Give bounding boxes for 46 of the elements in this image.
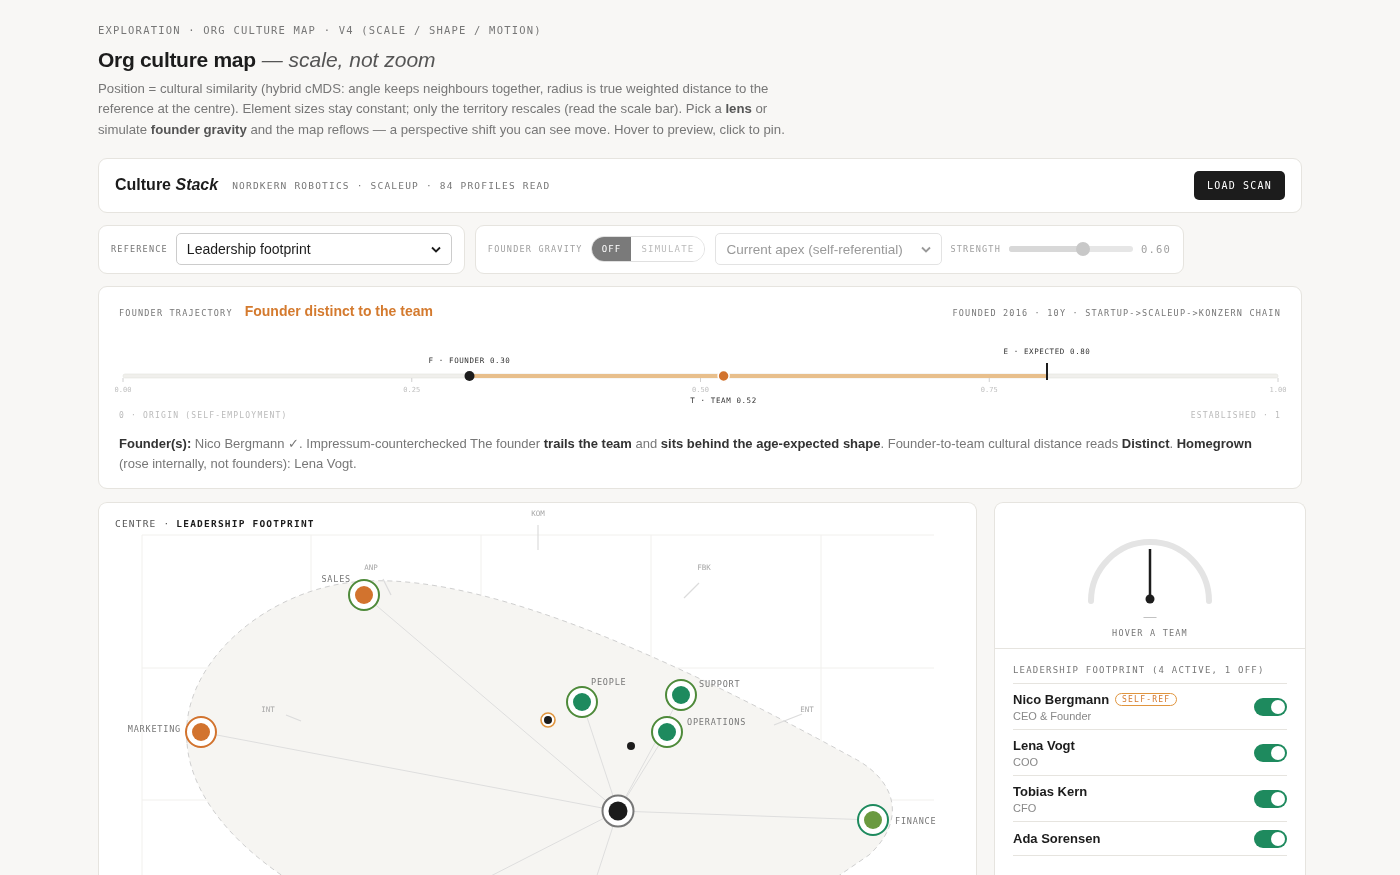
gravity-label: FOUNDER GRAVITY bbox=[487, 244, 583, 255]
leader-name: Ada Sorensen bbox=[1013, 831, 1101, 847]
leader-toggle[interactable] bbox=[1254, 829, 1287, 848]
trajectory-summary: Founder(s): Nico Bergmann ✓. Impressum-counterchecked The founder trails the team and sits behind the age-expected shape. Founder-to-team cultural distance reads Distinct. Homegrown (rose internally, not founders): Lena Vogt. bbox=[119, 434, 1253, 473]
brand-name: Culture Stack bbox=[115, 176, 219, 195]
map-caption: CENTRE · bbox=[115, 517, 171, 529]
axis-tick bbox=[382, 578, 392, 596]
description: Position = cultural similarity (hybrid cMDS: angle keeps neighbours together, radius is true weighted distance to the reference at the centre). Element sizes stay constant; only the territory rescales (read the scale bar). Pick a lens or simulate founder gravity and the map reflows — a perspective shift you can see move. Hover to preview, click to pin. bbox=[98, 80, 786, 139]
strength-label: STRENGTH bbox=[950, 244, 1001, 255]
leader-toggle[interactable] bbox=[1254, 789, 1287, 808]
gauge-reading: — bbox=[1143, 608, 1157, 624]
leader-toggle[interactable] bbox=[1254, 697, 1287, 716]
team-label: FINANCE bbox=[895, 815, 937, 826]
gauge-hint: HOVER A TEAM bbox=[1112, 627, 1188, 638]
end-label: ESTABLISHED · 1 bbox=[1190, 410, 1281, 420]
company-meta: NORDKERN ROBOTICS · SCALEUP · 84 PROFILES READ bbox=[232, 179, 551, 191]
team-label: SALES bbox=[321, 573, 351, 584]
map-reference: LEADERSHIP FOOTPRINT bbox=[176, 517, 315, 529]
trajectory-verdict: Founder distinct to the team bbox=[244, 302, 433, 319]
axis-tick bbox=[773, 713, 803, 726]
breadcrumb: EXPLORATION · ORG CULTURE MAP · V4 (SCALE / SHAPE / MOTION) bbox=[98, 24, 543, 36]
leader-name: Lena Vogt bbox=[1013, 737, 1075, 753]
leader-name: Nico Bergmann bbox=[1013, 691, 1110, 707]
origin-label: 0 · ORIGIN (SELF-EMPLOYMENT) bbox=[119, 410, 288, 420]
founding-meta: FOUNDED 2016 · 10Y · STARTUP->SCALEUP->KONZERN CHAIN bbox=[952, 307, 1281, 318]
team-label: MARKETING bbox=[127, 723, 181, 734]
reference-select[interactable]: Leadership footprint bbox=[175, 233, 452, 266]
leader-role: CFO bbox=[1013, 801, 1038, 814]
reference-label: REFERENCE bbox=[111, 244, 168, 255]
caret-icon bbox=[921, 245, 932, 253]
leader-role: COO bbox=[1013, 755, 1040, 768]
strength-value: 0.60 bbox=[1141, 243, 1172, 256]
team-label: PEOPLE bbox=[591, 676, 627, 687]
page-subtitle: — scale, not zoom bbox=[261, 48, 436, 72]
leaders-title: LEADERSHIP FOOTPRINT (4 ACTIVE, 1 OFF) bbox=[1013, 664, 1287, 684]
load-scan-button[interactable]: LOAD SCAN bbox=[1194, 170, 1285, 200]
leader-role: CEO & Founder bbox=[1013, 709, 1093, 722]
axis-tick bbox=[683, 582, 700, 599]
axis-tick bbox=[285, 714, 302, 722]
page-title: Org culture map bbox=[98, 48, 256, 72]
trajectory-label: FOUNDER TRAJECTORY bbox=[119, 307, 233, 318]
leader-toggle[interactable] bbox=[1254, 743, 1287, 762]
team-label: OPERATIONS bbox=[687, 716, 747, 727]
leader-name: Tobias Kern bbox=[1013, 783, 1088, 799]
team-label: SUPPORT bbox=[699, 678, 741, 689]
caret-icon bbox=[430, 245, 441, 253]
